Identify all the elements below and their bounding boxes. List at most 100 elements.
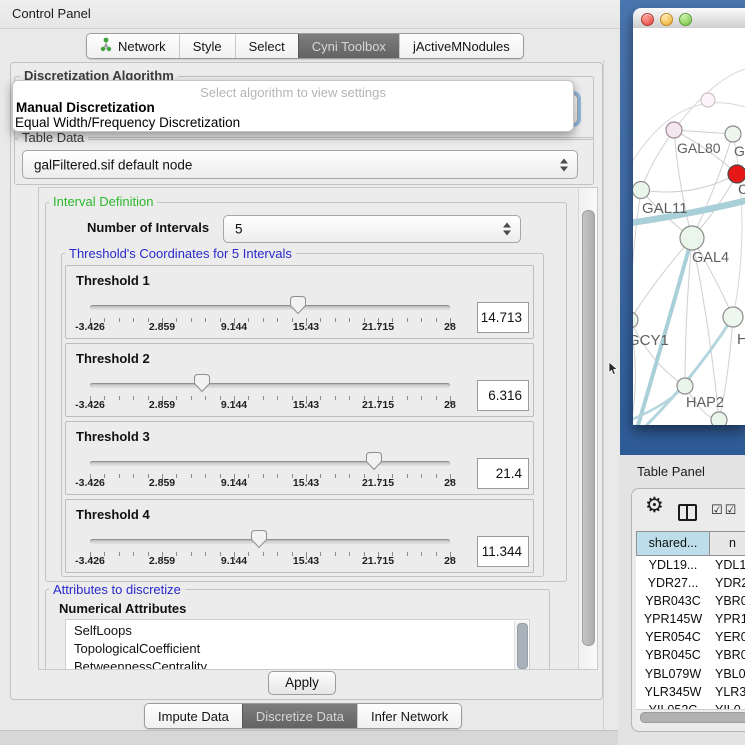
table-row[interactable]: YBR043CYBR0 xyxy=(636,592,745,610)
control-panel-titlebar: Control Panel xyxy=(0,0,620,29)
list-scrollbar[interactable] xyxy=(514,621,528,670)
minimize-traffic-light-icon[interactable] xyxy=(660,13,673,26)
network-node[interactable] xyxy=(677,378,693,394)
slider-ticks: -3.4262.8599.14415.4321.71528 xyxy=(66,344,533,416)
close-traffic-light-icon[interactable] xyxy=(641,13,654,26)
cell: YLR3 xyxy=(710,683,745,701)
status-strip xyxy=(0,730,620,745)
tab-label: Infer Network xyxy=(371,709,448,724)
threshold-value-field[interactable]: 21.4 xyxy=(477,458,529,489)
network-canvas[interactable]: GAL80GACGAL11GAL4GCY1HHAP2 xyxy=(633,28,745,425)
cell: YPR1 xyxy=(710,610,745,628)
table-rows: YDL19...YDL1 YDR27...YDR2 YBR043CYBR0 YP… xyxy=(636,556,745,709)
network-node[interactable] xyxy=(666,122,682,138)
list-item[interactable]: TopologicalCoefficient xyxy=(66,640,529,658)
table-data-select[interactable]: galFiltered.sif default node xyxy=(22,150,578,179)
table-header: shared... n xyxy=(636,531,745,556)
network-node[interactable] xyxy=(701,93,715,107)
network-edge[interactable] xyxy=(641,174,737,192)
threshold-value-field[interactable]: 11.344 xyxy=(477,536,529,567)
mouse-cursor xyxy=(608,361,620,376)
node-label: GAL4 xyxy=(692,250,729,266)
tab-cyni-toolbox[interactable]: Cyni Toolbox xyxy=(298,34,399,58)
table-row[interactable]: YPR145WYPR1 xyxy=(636,610,745,628)
network-edge[interactable] xyxy=(633,238,692,320)
column-checkbox-icons[interactable]: ☑☑ xyxy=(711,503,738,518)
cell: YDR2 xyxy=(710,574,745,592)
threshold-slider-thumb[interactable] xyxy=(250,529,268,549)
tab-jactivemnodules[interactable]: jActiveMNodules xyxy=(399,34,523,58)
network-edge[interactable] xyxy=(733,134,742,317)
gear-icon[interactable]: ⚙ xyxy=(645,493,664,517)
threshold-box: Threshold 3 -3.4262.8599.14415.4321.7152… xyxy=(65,421,534,495)
cell: YBR043C xyxy=(636,592,710,610)
popup-hint-text: Select algorithm to view settings xyxy=(13,85,573,100)
list-item[interactable]: SelfLoops xyxy=(66,620,529,640)
table-panel: Table Panel ⚙ ☑☑ shared... n YDL19...YDL… xyxy=(618,455,745,745)
network-node[interactable] xyxy=(725,126,741,142)
tab-select[interactable]: Select xyxy=(235,34,298,58)
table-row[interactable]: YLR345WYLR3 xyxy=(636,683,745,701)
table-panel-body: ⚙ ☑☑ shared... n YDL19...YDL1 YDR27...YD… xyxy=(631,488,745,732)
threshold-value-field[interactable]: 6.316 xyxy=(477,380,529,411)
network-window-titlebar xyxy=(633,8,745,29)
cell: YBR045C xyxy=(636,646,710,664)
threshold-slider-thumb[interactable] xyxy=(289,295,307,315)
threshold-value-field[interactable]: 14.713 xyxy=(477,302,529,333)
column-header-name[interactable]: n xyxy=(710,531,745,556)
threshold-box: Threshold 4 -3.4262.8599.14415.4321.7152… xyxy=(65,499,534,573)
tab-infer-network[interactable]: Infer Network xyxy=(357,704,461,728)
cell: YBR0 xyxy=(710,646,745,664)
table-row[interactable]: YDR27...YDR2 xyxy=(636,574,745,592)
tab-impute-data[interactable]: Impute Data xyxy=(145,704,242,728)
network-node[interactable] xyxy=(711,412,727,425)
attributes-group-title: Attributes to discretize xyxy=(49,582,185,597)
threshold-slider-thumb[interactable] xyxy=(193,373,211,393)
cell: YIL0 xyxy=(710,701,745,709)
network-node[interactable] xyxy=(633,312,638,328)
cyni-bottom-tabbar: Impute Data Discretize Data Infer Networ… xyxy=(144,703,462,729)
tab-discretize-data[interactable]: Discretize Data xyxy=(242,704,357,728)
node-label: C xyxy=(738,181,745,197)
network-node[interactable] xyxy=(633,182,650,199)
table-row[interactable]: YDL19...YDL1 xyxy=(636,556,745,574)
horizontal-scrollbar[interactable] xyxy=(636,709,745,723)
table-row[interactable]: YBR045CYBR0 xyxy=(636,646,745,664)
stepper-arrows-icon xyxy=(503,223,511,236)
cell: YLR345W xyxy=(636,683,710,701)
numerical-attributes-list[interactable]: SelfLoops TopologicalCoefficient Between… xyxy=(65,619,530,670)
tab-style[interactable]: Style xyxy=(179,34,235,58)
stepper-arrows-icon xyxy=(560,158,568,171)
number-of-intervals-select[interactable]: 5 xyxy=(223,215,521,243)
vertical-scrollbar[interactable] xyxy=(578,188,597,669)
numerical-attributes-heading: Numerical Attributes xyxy=(59,601,186,616)
cell: YDL19... xyxy=(636,556,710,574)
network-edge[interactable] xyxy=(633,190,641,320)
cell: YDL1 xyxy=(710,556,745,574)
network-edge[interactable] xyxy=(641,130,674,190)
horizontal-scrollbar-thumb[interactable] xyxy=(640,712,745,723)
screen: Control Panel Network Style Select Cyni … xyxy=(0,0,745,745)
panel-divider xyxy=(603,60,604,730)
popup-option-equal-width-frequency[interactable]: Equal Width/Frequency Discretization xyxy=(15,115,240,130)
cell: YDR27... xyxy=(636,574,710,592)
apply-button[interactable]: Apply xyxy=(268,671,336,695)
network-edge[interactable] xyxy=(674,130,733,134)
tab-label: jActiveMNodules xyxy=(413,39,510,54)
split-view-icon[interactable] xyxy=(678,504,697,521)
network-node[interactable] xyxy=(680,226,704,250)
table-row[interactable]: YBL079WYBL0 xyxy=(636,665,745,683)
table-row[interactable]: YER054CYER0 xyxy=(636,628,745,646)
list-scrollbar-thumb[interactable] xyxy=(517,623,528,669)
threshold-slider-thumb[interactable] xyxy=(365,451,383,471)
popup-option-manual-discretization[interactable]: Manual Discretization xyxy=(16,100,155,115)
vertical-scrollbar-thumb[interactable] xyxy=(582,210,595,646)
node-label: GAL80 xyxy=(677,140,721,156)
table-row[interactable]: YIL052CYIL0 xyxy=(636,701,745,709)
zoom-traffic-light-icon[interactable] xyxy=(679,13,692,26)
network-node[interactable] xyxy=(723,307,743,327)
list-item[interactable]: BetweennessCentrality xyxy=(66,658,529,670)
node-label: HAP2 xyxy=(686,395,724,411)
tab-network[interactable]: Network xyxy=(87,34,179,58)
column-header-shared[interactable]: shared... xyxy=(636,531,710,556)
